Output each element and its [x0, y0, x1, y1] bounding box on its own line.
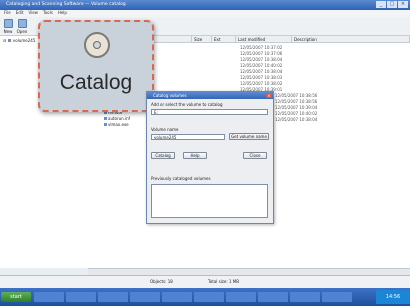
list-item[interactable]: autorun.inf: [104, 116, 130, 121]
menu-edit[interactable]: Edit: [16, 10, 24, 17]
menu-view[interactable]: View: [28, 10, 38, 17]
file-name: autorun.inf: [108, 116, 131, 121]
table-row-date[interactable]: 12/05/2007 10:37:02: [240, 45, 282, 50]
table-row-date[interactable]: 12/05/2007 10:40:02: [275, 111, 317, 116]
taskbar-item[interactable]: [162, 292, 192, 302]
open-folder-icon: [17, 19, 27, 28]
open-button-label: Open: [16, 29, 28, 34]
expand-icon[interactable]: ⊟: [3, 38, 6, 43]
menu-bar: File Edit View Tools Help: [0, 10, 410, 17]
menu-help[interactable]: Help: [58, 10, 67, 17]
taskbar-item[interactable]: [290, 292, 320, 302]
new-icon: [3, 19, 13, 28]
catalog-volumes-dialog: Catalog volumes × Add or select the volu…: [146, 91, 274, 224]
start-button[interactable]: start: [1, 292, 31, 302]
open-button[interactable]: Open: [16, 19, 28, 34]
volume-name-field[interactable]: volume245: [151, 134, 225, 140]
window-title: Cataloging and Scanning Software — Volum…: [6, 2, 126, 7]
status-bar: Objects: 18 Total size: 1 MB: [0, 275, 410, 288]
previous-volumes-label: Previously cataloged volumes: [151, 176, 211, 181]
table-row-date[interactable]: 12/05/2007 10:40:02: [240, 63, 282, 68]
taskbar-item[interactable]: [226, 292, 256, 302]
volume-icon: [7, 39, 11, 42]
column-header-last-modified[interactable]: Last modified: [236, 36, 292, 43]
table-row-date[interactable]: 12/05/2007 10:39:04: [275, 105, 317, 110]
dialog-close-button[interactable]: Close: [243, 152, 267, 159]
file-name: vlmax.exe: [108, 122, 129, 127]
taskbar-item[interactable]: [194, 292, 224, 302]
title-bar: Cataloging and Scanning Software — Volum…: [0, 0, 410, 10]
table-row-date[interactable]: 12/05/2007 10:38:04: [240, 69, 282, 74]
dialog-title: Catalog volumes: [153, 93, 187, 98]
file-icon: [104, 117, 107, 120]
taskbar-item[interactable]: [98, 292, 128, 302]
table-row-date[interactable]: 12/05/2007 10:38:56: [275, 93, 317, 98]
menu-file[interactable]: File: [4, 10, 11, 17]
drive-select[interactable]: E:: [151, 109, 268, 115]
get-volume-name-button[interactable]: Get volume name: [229, 133, 269, 140]
menu-tools[interactable]: Tools: [43, 10, 53, 17]
table-row-date[interactable]: 12/05/2007 10:38:04: [240, 57, 282, 62]
system-tray-clock: 14:56: [376, 290, 410, 304]
table-row-date[interactable]: 12/05/2007 10:38:04: [275, 117, 317, 122]
file-icon: [104, 123, 107, 126]
disc-hole: [93, 41, 101, 49]
catalog-callout-label: Catalog: [59, 71, 133, 94]
previous-volumes-list[interactable]: [151, 184, 268, 218]
table-row-date[interactable]: 12/05/2007 10:38:02: [240, 81, 282, 86]
dialog-close-icon[interactable]: ×: [266, 93, 272, 98]
tree-root-label: volume245: [12, 38, 36, 43]
taskbar-item[interactable]: [322, 292, 352, 302]
window-controls: _ □ ×: [376, 1, 408, 8]
help-button[interactable]: Help: [183, 152, 207, 159]
catalog-callout: Catalog: [38, 20, 154, 112]
new-button-label: New: [3, 29, 13, 34]
minimize-button[interactable]: _: [376, 1, 386, 8]
taskbar-item[interactable]: [34, 292, 64, 302]
column-header-size[interactable]: Size: [192, 36, 212, 43]
taskbar: start 14:56: [0, 288, 410, 306]
column-header-description[interactable]: Description: [292, 36, 410, 43]
drive-select-value: E:: [154, 110, 158, 115]
status-total-size: Total size: 1 MB: [208, 279, 239, 284]
close-button[interactable]: ×: [398, 1, 408, 8]
taskbar-item[interactable]: [130, 292, 160, 302]
volume-name-label: Volume name: [151, 127, 179, 132]
disc-icon: [84, 32, 110, 58]
table-row-date[interactable]: 12/05/2007 10:37:06: [240, 51, 282, 56]
new-button[interactable]: New: [2, 19, 14, 34]
volume-name-value: volume245: [154, 135, 177, 140]
taskbar-item[interactable]: [258, 292, 288, 302]
table-row-date[interactable]: 12/05/2007 10:38:56: [275, 99, 317, 104]
column-header-ext[interactable]: Ext: [212, 36, 236, 43]
dialog-prompt: Add or select the volume to catalog: [151, 102, 223, 107]
tree-root-item[interactable]: ⊟ volume245: [3, 38, 35, 43]
taskbar-item[interactable]: [66, 292, 96, 302]
table-row-date[interactable]: 12/05/2007 10:38:03: [240, 75, 282, 80]
dialog-title-bar: Catalog volumes ×: [147, 92, 273, 99]
catalog-button[interactable]: Catalog: [151, 152, 175, 159]
maximize-button[interactable]: □: [387, 1, 397, 8]
status-objects: Objects: 18: [150, 279, 173, 284]
list-item[interactable]: vlmax.exe: [104, 122, 129, 127]
